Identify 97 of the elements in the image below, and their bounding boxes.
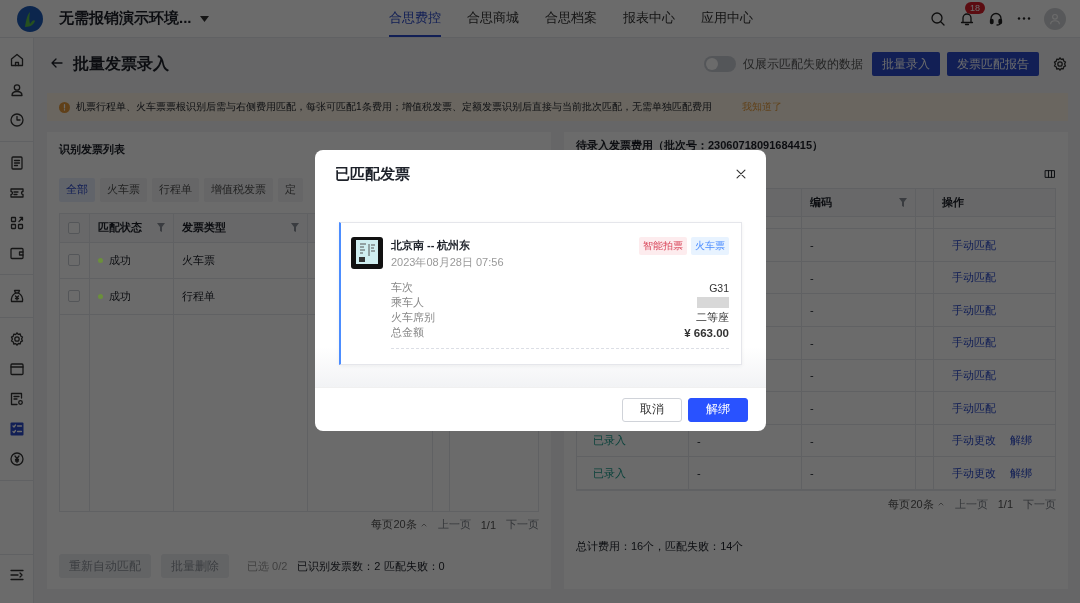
dialog-title: 已匹配发票 (335, 164, 410, 184)
invoice-date: 2023年08月28日 07:56 (391, 255, 505, 270)
logo-icon[interactable] (17, 5, 43, 32)
filter-tab[interactable]: 行程单 (152, 177, 199, 202)
panel-title: 识别发票列表 (59, 142, 126, 157)
bell-icon (959, 10, 975, 27)
table-cell: 行程单 (182, 288, 215, 304)
ticket-thumbnail-icon (351, 237, 383, 269)
action-button[interactable]: 发票匹配报告 (947, 52, 1039, 76)
detail-label: 火车席别 (391, 310, 435, 325)
table-cell: - (810, 369, 814, 382)
table-cell: - (697, 434, 701, 447)
action-link[interactable]: 手动更改 (952, 465, 996, 481)
table-cell: - (810, 239, 814, 252)
page-size-select[interactable]: 每页20条 (888, 496, 945, 512)
filter-tab[interactable]: 全部 (59, 177, 95, 202)
action-link[interactable]: 手动匹配 (952, 237, 996, 253)
action-link[interactable]: 解绑 (1010, 433, 1032, 449)
action-button[interactable]: 批量录入 (872, 52, 940, 76)
filter-icon[interactable] (157, 223, 165, 233)
column-header: 发票类型 (182, 220, 226, 236)
action-link[interactable]: 解绑 (1010, 465, 1032, 481)
columns-icon (1044, 168, 1056, 180)
money-bag-icon (8, 288, 25, 304)
detail-value: ¥ 663.00 (684, 326, 729, 339)
filter-tab[interactable]: 火车票 (100, 177, 147, 202)
document-settings-icon (8, 391, 25, 407)
close-icon (734, 167, 748, 181)
action-link[interactable]: 手动匹配 (952, 270, 996, 286)
nav-tab[interactable]: 合思费控 (388, 0, 441, 37)
dialog-button[interactable]: 解绑 (688, 397, 748, 422)
document-icon (8, 155, 25, 171)
page-size-select[interactable]: 每页20条 (371, 517, 428, 533)
page-indicator: 1/1 (997, 498, 1013, 510)
table-cell: 成功 (109, 288, 131, 304)
checklist-icon (8, 421, 25, 437)
wallet-icon (8, 245, 25, 261)
table-cell: - (810, 467, 814, 480)
folder-icon (8, 361, 25, 377)
detail-label: 车次 (391, 280, 413, 295)
toggle-label: 仅展示匹配失败的数据 (743, 55, 863, 73)
nav-tab[interactable]: 报表中心 (622, 0, 675, 37)
apps-icon (8, 215, 25, 231)
table-cell: - (697, 467, 701, 480)
notice-text: 机票行程单、火车票票根识别后需与右侧费用匹配，每张可匹配1条费用；增值税发票、定额发票识别后直接与当前批次匹配，无需单独匹配费用 (76, 100, 712, 114)
table-cell: - (810, 402, 814, 415)
table-cell: 成功 (109, 252, 131, 268)
search-icon (930, 10, 946, 27)
detail-label: 总金额 (391, 325, 424, 340)
filter-icon[interactable] (291, 223, 299, 233)
action-link[interactable]: 手动匹配 (952, 335, 996, 351)
detail-value: G31 (709, 281, 729, 294)
column-header: 匹配状态 (98, 220, 142, 236)
home-icon (8, 52, 25, 68)
filter-tab[interactable]: 定 (278, 177, 303, 202)
column-header: 编码 (810, 194, 832, 210)
invoice-tag: 火车票 (691, 237, 729, 255)
page-indicator: 1/1 (480, 518, 496, 531)
headset-icon (988, 10, 1004, 27)
table-cell: 火车票 (182, 252, 215, 268)
table-cell: - (810, 271, 814, 284)
nav-tab[interactable]: 应用中心 (700, 0, 753, 37)
summary-text: 已识别发票数：2 匹配失败：0 (297, 558, 445, 574)
action-link[interactable]: 手动匹配 (952, 302, 996, 318)
clock-icon (8, 112, 25, 128)
workspace-name: 无需报销演示环境... (59, 9, 192, 28)
summary-text: 总计费用：16个，匹配失败：14个 (576, 538, 744, 554)
filter-icon[interactable] (899, 197, 907, 207)
more-icon[interactable] (1017, 17, 1031, 20)
detail-label: 乘车人 (391, 295, 424, 310)
nav-tab[interactable]: 合思档案 (544, 0, 597, 37)
action-link[interactable]: 手动匹配 (952, 400, 996, 416)
caret-icon[interactable] (199, 15, 209, 22)
route-title: 北京南 -- 杭州东 (391, 238, 471, 253)
chevron-up-icon (936, 500, 945, 508)
settings-icon (8, 331, 25, 347)
notification-badge: 18 (965, 1, 985, 14)
status-text: 已录入 (593, 465, 626, 481)
dismiss-link[interactable]: 我知道了 (741, 100, 782, 114)
table-cell: - (810, 304, 814, 317)
expand-menu-icon (8, 567, 25, 583)
status-text: 已录入 (593, 433, 626, 449)
column-header: 操作 (942, 194, 964, 210)
page-title: 批量发票录入 (73, 53, 169, 74)
yen-coin-icon (8, 451, 25, 467)
detail-value: 二等座 (696, 310, 729, 325)
settings-icon (1052, 56, 1068, 72)
table-cell: - (810, 336, 814, 349)
table-cell: - (810, 434, 814, 447)
action-link[interactable]: 手动更改 (952, 433, 996, 449)
dialog-button[interactable]: 取消 (622, 397, 682, 422)
warning-icon (59, 101, 70, 113)
ticket-icon (8, 185, 25, 201)
user-icon (8, 82, 25, 98)
invoice-tag: 智能拍票 (639, 237, 687, 255)
action-link[interactable]: 手动匹配 (952, 367, 996, 383)
nav-tab[interactable]: 合思商城 (466, 0, 519, 37)
